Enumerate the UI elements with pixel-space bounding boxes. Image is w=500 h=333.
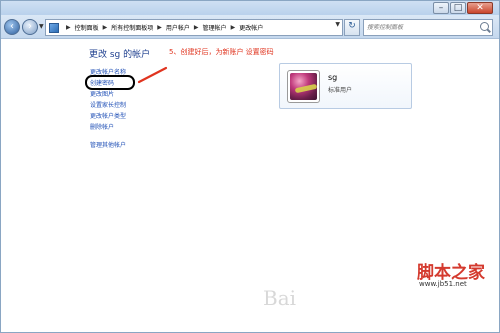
- parental-controls-link[interactable]: 设置家长控制: [90, 100, 126, 111]
- close-button[interactable]: ✕: [467, 2, 493, 14]
- minimize-button[interactable]: –: [433, 2, 449, 14]
- site-logo-url: www.jb51.net: [419, 280, 467, 288]
- account-name: sg: [328, 73, 338, 82]
- control-panel-window: – □ ✕ ‹ › ▼ ▶ 控制面板 ▶ 所有控制面板项 ▶ 用户帐户 ▶ 管理…: [0, 0, 500, 333]
- close-icon: ✕: [476, 3, 484, 13]
- account-card: sg 标准用户: [279, 63, 412, 109]
- breadcrumb-item[interactable]: 控制面板: [75, 23, 99, 32]
- delete-account-link[interactable]: 删除帐户: [90, 122, 126, 133]
- avatar: [287, 70, 320, 103]
- navigation-bar: ‹ › ▼ ▶ 控制面板 ▶ 所有控制面板项 ▶ 用户帐户 ▶ 管理帐户 ▶ 更…: [1, 15, 499, 39]
- breadcrumb-separator-icon[interactable]: ▶: [103, 24, 108, 31]
- page-title: 更改 sg 的帐户: [89, 50, 151, 60]
- search-box[interactable]: [363, 19, 493, 36]
- breadcrumb-separator-icon[interactable]: ▶: [231, 24, 236, 31]
- avatar-image: [290, 73, 317, 100]
- change-account-type-link[interactable]: 更改帐户类型: [90, 111, 126, 122]
- title-bar: – □ ✕: [1, 1, 499, 15]
- minimize-icon: –: [438, 3, 444, 13]
- breadcrumb-item[interactable]: 用户帐户: [166, 23, 190, 32]
- breadcrumb-item[interactable]: 所有控制面板项: [111, 23, 153, 32]
- breadcrumb-separator-icon[interactable]: ▶: [157, 24, 162, 31]
- breadcrumb-item[interactable]: 管理帐户: [203, 23, 227, 32]
- breadcrumb-separator-icon[interactable]: ▶: [194, 24, 199, 31]
- site-logo: 脚本之家 www.jb51.net: [417, 258, 497, 290]
- maximize-button[interactable]: □: [450, 2, 466, 14]
- recent-pages-dropdown-icon[interactable]: ▼: [39, 23, 44, 30]
- breadcrumb: ▶ 控制面板 ▶ 所有控制面板项 ▶ 用户帐户 ▶ 管理帐户 ▶ 更改帐户: [62, 20, 263, 35]
- forward-button[interactable]: ›: [22, 19, 38, 35]
- back-button[interactable]: ‹: [4, 19, 20, 35]
- change-picture-link[interactable]: 更改图片: [90, 89, 126, 100]
- maximize-icon: □: [453, 3, 463, 13]
- control-panel-icon: [49, 23, 59, 33]
- address-dropdown-icon[interactable]: ▼: [335, 21, 340, 28]
- forward-arrow-icon: ›: [28, 21, 32, 32]
- account-type: 标准用户: [328, 87, 353, 94]
- window-controls: – □ ✕: [432, 2, 493, 15]
- highlight-ring-annotation: [85, 75, 135, 90]
- tutorial-annotation: 5、创建好后，为新账户 设置密码: [169, 48, 274, 56]
- red-arrow-annotation: [137, 66, 168, 84]
- refresh-icon: ↻: [348, 21, 356, 31]
- search-icon[interactable]: [480, 22, 489, 31]
- breadcrumb-item[interactable]: 更改帐户: [239, 23, 263, 32]
- watermark: Bai: [263, 286, 297, 310]
- manage-other-accounts-link[interactable]: 管理其他帐户: [90, 140, 126, 151]
- back-arrow-icon: ‹: [10, 21, 14, 32]
- search-input[interactable]: [367, 21, 475, 34]
- breadcrumb-separator-icon[interactable]: ▶: [66, 24, 71, 31]
- address-bar[interactable]: ▶ 控制面板 ▶ 所有控制面板项 ▶ 用户帐户 ▶ 管理帐户 ▶ 更改帐户 ▼: [45, 19, 343, 36]
- refresh-button[interactable]: ↻: [344, 19, 360, 36]
